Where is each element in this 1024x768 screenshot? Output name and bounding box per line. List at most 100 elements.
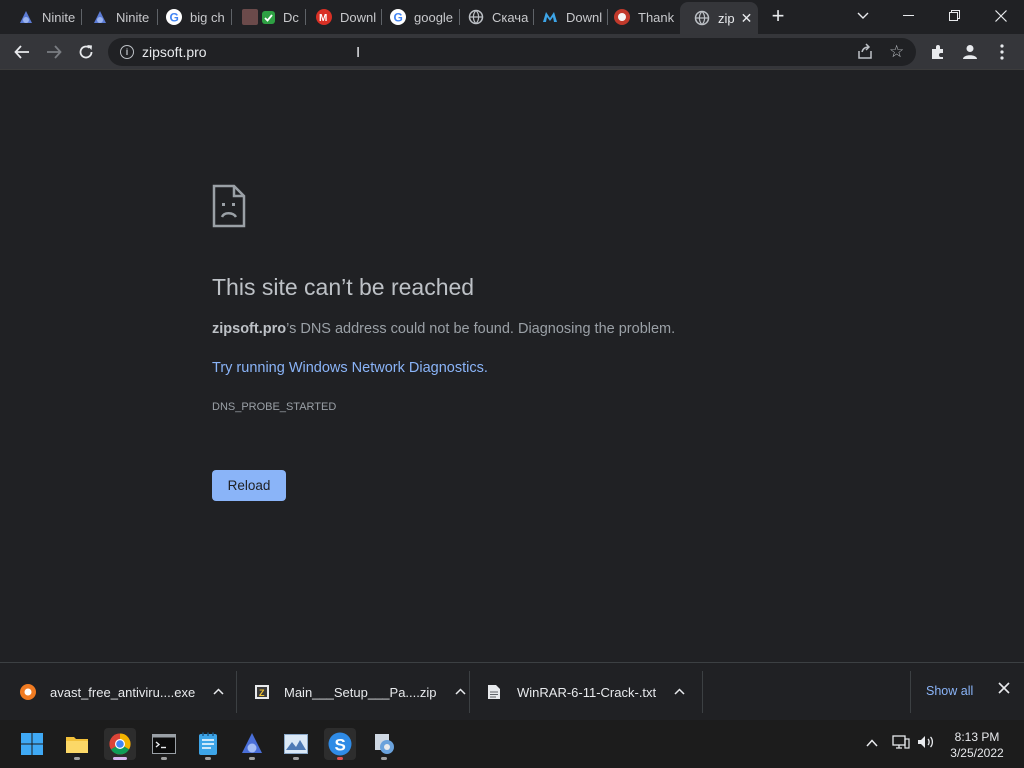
chevron-up-icon[interactable] (674, 686, 685, 698)
address-bar[interactable]: i zipsoft.pro I ☆ (108, 38, 916, 66)
tab-ninite-2[interactable]: Ninite (78, 4, 158, 30)
network-diagnostics-link[interactable]: Try running Windows Network Diagnostics. (212, 360, 488, 376)
network-icon[interactable] (892, 734, 910, 753)
zip-icon: Z (254, 684, 270, 700)
download-separator (910, 671, 911, 713)
reload-toolbar-button[interactable] (74, 40, 98, 64)
svg-text:G: G (170, 11, 179, 25)
text-cursor-icon: I (356, 44, 361, 61)
tab-gmail[interactable]: M Downl (302, 4, 382, 30)
tab-avast-thank[interactable]: Thank (600, 4, 682, 30)
tab-dc[interactable]: Dc (228, 4, 306, 30)
ninite-icon (18, 9, 34, 25)
address-bar-url: zipsoft.pro (142, 44, 207, 60)
new-tab-button[interactable]: + (766, 4, 790, 28)
globe-icon (694, 10, 710, 26)
globe-icon (468, 9, 484, 25)
ninite-taskbar-icon[interactable] (236, 728, 268, 760)
svg-text:Z: Z (259, 688, 265, 698)
svg-text:G: G (394, 11, 403, 25)
download-item-zip[interactable]: Z Main___Setup___Pa....zip (254, 673, 466, 711)
svg-text:S: S (335, 736, 346, 755)
minimize-button[interactable] (886, 0, 932, 32)
browser-toolbar: i zipsoft.pro I ☆ (0, 34, 1024, 70)
tab-title: Скача (492, 9, 529, 25)
app-icon (242, 9, 258, 25)
profile-icon[interactable] (958, 40, 982, 64)
google-icon: G (166, 9, 182, 25)
tab-title: Downl (340, 9, 377, 25)
clock-time: 8:13 PM (954, 730, 1000, 744)
error-page: This site can’t be reached zipsoft.pro’s… (0, 70, 1024, 662)
terminal-icon[interactable] (148, 728, 180, 760)
tab-title: Ninite (42, 9, 76, 25)
download-filename: avast_free_antiviru....exe (50, 684, 196, 700)
share-icon[interactable] (856, 43, 874, 66)
ninite-icon (92, 9, 108, 25)
running-indicator (74, 757, 80, 760)
download-separator (469, 671, 470, 713)
tab-strip: Ninite Ninite G big ch Dc M Downl G goog… (0, 0, 1024, 34)
close-downloads-bar-icon[interactable] (998, 681, 1010, 699)
download-item-txt[interactable]: WinRAR-6-11-Crack-.txt (487, 673, 685, 711)
download-separator (702, 671, 703, 713)
tab-title: Thank (638, 9, 675, 25)
error-description-text: ’s DNS address could not be found. Diagn… (286, 321, 676, 337)
error-code: DNS_PROBE_STARTED (212, 401, 337, 413)
system-clock[interactable]: 8:13 PM 3/25/2022 (940, 729, 1014, 761)
tab-download-ru[interactable]: Скача (454, 4, 534, 30)
tab-zipsoft-active[interactable]: zip ✕ (680, 2, 758, 34)
file-explorer-icon[interactable] (61, 728, 93, 760)
image-viewer-icon[interactable] (280, 728, 312, 760)
check-icon (262, 10, 275, 24)
back-button[interactable] (10, 40, 34, 64)
chrome-taskbar-icon[interactable] (104, 728, 136, 760)
tab-search-button[interactable] (840, 0, 886, 32)
tab-google[interactable]: G google (376, 4, 460, 30)
error-title: This site can’t be reached (212, 274, 475, 300)
menu-kebab-icon[interactable] (990, 40, 1014, 64)
avast-icon (20, 684, 36, 700)
error-description: zipsoft.pro’s DNS address could not be f… (212, 321, 675, 337)
gmail-icon: M (316, 9, 332, 25)
google-icon: G (390, 9, 406, 25)
download-filename: WinRAR-6-11-Crack-.txt (517, 684, 657, 700)
s-app-icon[interactable]: S (324, 728, 356, 760)
forward-button[interactable] (42, 40, 66, 64)
running-indicator (381, 757, 387, 760)
control-panel-icon[interactable] (368, 728, 400, 760)
download-item-avast[interactable]: avast_free_antiviru....exe (20, 673, 224, 711)
close-tab-icon[interactable]: ✕ (741, 10, 753, 27)
tab-title: Dc (283, 9, 299, 25)
download-filename: Main___Setup___Pa....zip (284, 684, 437, 700)
restore-button[interactable] (932, 0, 978, 32)
tab-title: google (414, 9, 454, 25)
chevron-up-icon[interactable] (454, 686, 466, 698)
volume-icon[interactable] (917, 734, 935, 753)
windows-taskbar: S 8:13 PM 3/25/2022 (0, 720, 1024, 768)
sad-page-icon (212, 184, 246, 228)
tab-google-search[interactable]: G big ch (152, 4, 232, 30)
reload-button[interactable]: Reload (212, 470, 286, 501)
svg-text:M: M (319, 13, 327, 24)
running-indicator (337, 757, 343, 760)
info-icon[interactable]: i (120, 45, 134, 59)
error-domain: zipsoft.pro (212, 321, 287, 337)
tab-ninite-1[interactable]: Ninite (4, 4, 82, 30)
notepad-icon[interactable] (192, 728, 224, 760)
downloads-bar: avast_free_antiviru....exe Z Main___Setu… (0, 662, 1024, 720)
start-button[interactable] (16, 728, 48, 760)
tab-title: Downl (566, 9, 603, 25)
avast-icon (614, 9, 630, 25)
close-window-button[interactable] (978, 0, 1024, 32)
chevron-up-tray-icon[interactable] (866, 734, 878, 750)
text-file-icon (487, 684, 503, 700)
tab-malwarebytes[interactable]: Downl (528, 4, 608, 30)
tab-title: zip (718, 10, 735, 26)
chevron-up-icon[interactable] (213, 686, 224, 698)
download-separator (236, 671, 237, 713)
bookmark-star-icon[interactable]: ☆ (889, 42, 904, 62)
extensions-icon[interactable] (926, 40, 950, 64)
running-indicator (205, 757, 211, 760)
show-all-downloads-button[interactable]: Show all (926, 684, 973, 698)
